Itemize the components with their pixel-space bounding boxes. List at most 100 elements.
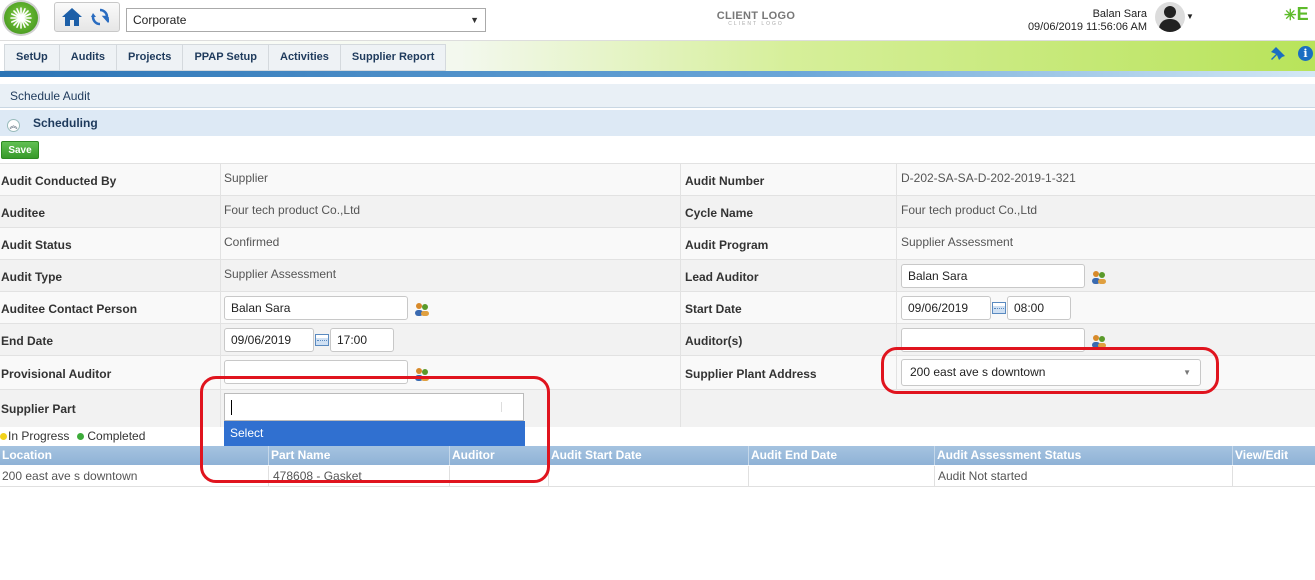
cycle-name-label: Cycle Name: [685, 206, 754, 220]
pin-icon[interactable]: [1270, 46, 1286, 62]
avatar-body: [1159, 19, 1181, 32]
brand-letter: E: [1296, 4, 1309, 24]
start-time-input[interactable]: 08:00: [1007, 296, 1071, 320]
audit-number-value: D-202-SA-SA-D-202-2019-1-321: [901, 171, 1076, 185]
end-date-input[interactable]: 09/06/2019: [224, 328, 314, 352]
status-legend: In Progress Completed: [0, 429, 145, 443]
app-logo[interactable]: [2, 0, 40, 36]
cell-location: 200 east ave s downtown: [2, 469, 138, 483]
column-divider: [220, 163, 221, 427]
page-title-bar: Schedule Audit: [0, 84, 1315, 108]
table-row[interactable]: 200 east ave s downtown 478608 - Gasket …: [0, 466, 1315, 487]
people-picker-icon[interactable]: [414, 367, 430, 381]
text-cursor: [231, 400, 232, 415]
save-button[interactable]: Save: [1, 141, 39, 159]
chevron-down-icon: ▼: [1183, 368, 1191, 377]
cell-view-edit[interactable]: [1232, 466, 1315, 487]
home-icon[interactable]: [61, 7, 83, 27]
cell-audit-assessment-status: Audit Not started: [934, 466, 1232, 487]
form-row: [0, 291, 1315, 323]
menu-item-audits[interactable]: Audits: [60, 45, 118, 70]
chevron-down-icon: ▼: [470, 15, 479, 25]
column-header-audit-end-date[interactable]: Audit End Date: [748, 446, 934, 465]
input-separator: [501, 402, 502, 412]
supplier-part-label: Supplier Part: [1, 402, 76, 416]
column-header-location[interactable]: Location: [0, 446, 268, 465]
people-picker-icon[interactable]: [414, 302, 430, 316]
main-menu-bar: SetUp Audits Projects PPAP Setup Activit…: [0, 40, 1315, 72]
legend-in-progress-label: In Progress: [8, 429, 70, 443]
cell-part-name: 478608 - Gasket: [268, 466, 449, 487]
legend-completed-label: Completed: [87, 429, 146, 443]
audit-type-value: Supplier Assessment: [224, 267, 337, 281]
menu-item-projects[interactable]: Projects: [117, 45, 184, 70]
main-menu: SetUp Audits Projects PPAP Setup Activit…: [4, 44, 447, 71]
audit-program-label: Audit Program: [685, 238, 769, 252]
info-icon[interactable]: i: [1298, 46, 1313, 61]
lead-auditor-input[interactable]: Balan Sara: [901, 264, 1085, 288]
top-header: Corporate ▼ CLIENT LOGO CLIENT LOGO Bala…: [0, 0, 1315, 40]
people-picker-icon[interactable]: [1091, 270, 1107, 284]
supplier-part-option-select[interactable]: Select: [224, 421, 525, 446]
column-header-audit-start-date[interactable]: Audit Start Date: [548, 446, 748, 465]
column-header-part-name[interactable]: Part Name: [268, 446, 449, 465]
audit-number-label: Audit Number: [685, 174, 765, 188]
cell-audit-end-date: [748, 466, 934, 487]
current-datetime: 09/06/2019 11:56:06 AM: [1027, 21, 1147, 33]
legend-in-progress: In Progress: [0, 429, 69, 443]
audit-status-value: Confirmed: [224, 235, 280, 249]
legend-completed: Completed: [77, 429, 145, 443]
auditors-input[interactable]: [901, 328, 1085, 352]
avatar[interactable]: [1155, 2, 1185, 32]
audit-program-value: Supplier Assessment: [901, 235, 1014, 249]
end-date-label: End Date: [1, 334, 54, 348]
brand-asterisk-icon: ✳: [1284, 7, 1297, 24]
user-menu-caret-icon[interactable]: ▼: [1186, 12, 1194, 21]
menu-item-setup[interactable]: SetUp: [5, 45, 60, 70]
supplier-plant-address-value: 200 east ave s downtown: [910, 365, 1046, 379]
section-title: Scheduling: [33, 116, 98, 130]
form-row: [0, 195, 1315, 227]
provisional-auditor-input[interactable]: [224, 360, 408, 384]
app-logo-icon: [10, 7, 32, 29]
company-select-value: Corporate: [133, 13, 187, 27]
menu-underline: [0, 71, 1315, 77]
provisional-auditor-label: Provisional Auditor: [1, 367, 112, 381]
refresh-icon[interactable]: [91, 8, 109, 26]
in-progress-dot-icon: [0, 433, 7, 441]
supplier-part-input[interactable]: [224, 393, 524, 421]
start-date-label: Start Date: [685, 302, 742, 316]
audit-grid-header: Location Part Name Auditor Audit Start D…: [0, 446, 1315, 465]
calendar-icon[interactable]: [315, 334, 329, 346]
start-date-input[interactable]: 09/06/2019: [901, 296, 991, 320]
collapse-icon[interactable]: ︽: [7, 119, 20, 132]
supplier-plant-address-select[interactable]: 200 east ave s downtown ▼: [901, 359, 1201, 386]
user-name: Balan Sara: [1092, 8, 1147, 20]
calendar-icon[interactable]: [992, 302, 1006, 314]
column-header-audit-assessment-status[interactable]: Audit Assessment Status: [934, 446, 1232, 465]
column-divider: [896, 163, 897, 389]
auditors-label: Auditor(s): [685, 334, 743, 348]
people-picker-icon[interactable]: [1091, 334, 1107, 348]
audit-conducted-by-label: Audit Conducted By: [1, 174, 117, 188]
column-header-auditor[interactable]: Auditor: [449, 446, 548, 465]
auditee-contact-input[interactable]: Balan Sara: [224, 296, 408, 320]
audit-status-label: Audit Status: [1, 238, 72, 252]
menu-item-activities[interactable]: Activities: [269, 45, 341, 70]
client-logo: CLIENT LOGO CLIENT LOGO: [716, 10, 796, 27]
auditee-label: Auditee: [1, 206, 46, 220]
column-header-view-edit[interactable]: View/Edit: [1232, 446, 1315, 465]
cycle-name-value: Four tech product Co.,Ltd: [901, 203, 1038, 217]
form-row: [0, 323, 1315, 355]
audit-type-label: Audit Type: [1, 270, 63, 284]
menu-item-ppap-setup[interactable]: PPAP Setup: [183, 45, 269, 70]
lead-auditor-label: Lead Auditor: [685, 270, 759, 284]
company-select[interactable]: Corporate ▼: [126, 8, 486, 32]
cell-auditor: [449, 466, 548, 487]
menu-item-supplier-report[interactable]: Supplier Report: [341, 45, 446, 70]
page-title: Schedule Audit: [10, 89, 91, 103]
end-time-input[interactable]: 17:00: [330, 328, 394, 352]
supplier-plant-address-label: Supplier Plant Address: [685, 367, 817, 381]
form-row: [0, 259, 1315, 291]
avatar-head: [1164, 6, 1176, 18]
